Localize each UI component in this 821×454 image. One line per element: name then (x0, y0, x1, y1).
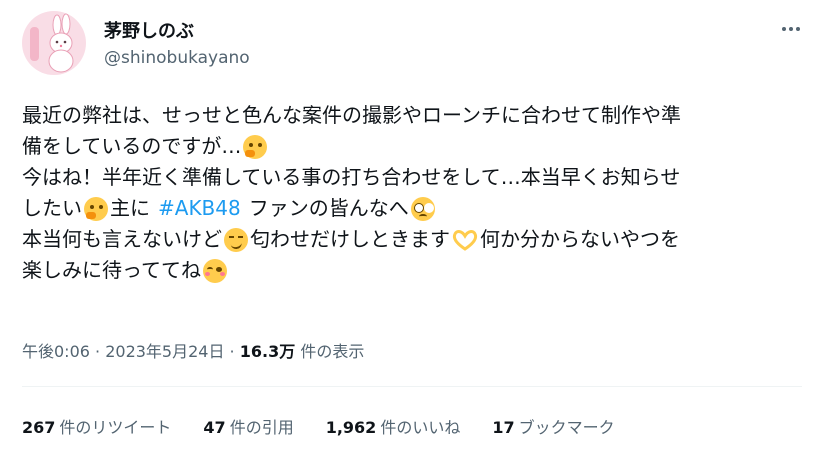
tweet-line: ファンの皆んなへ (248, 196, 409, 220)
retweets-stat[interactable]: 267 件のリツイート (22, 414, 171, 438)
views-label: 件の表示 (300, 342, 365, 361)
tweet-line: 主に (110, 196, 150, 220)
likes-stat[interactable]: 1,962 件のいいね (326, 414, 461, 438)
bookmarks-stat[interactable]: 17 ブックマーク (492, 414, 614, 438)
tweet-line: したい (22, 196, 82, 220)
rabbit-avatar-icon (30, 13, 74, 73)
tweet-line: 本当何も言えないけど (22, 227, 222, 251)
tweet-line: 楽しみに待っててね (22, 258, 201, 282)
tweet-date-link[interactable]: 2023年5月24日 (105, 342, 224, 361)
pleading-face-icon (410, 196, 435, 221)
tweet-line: 備をしているのですが… (22, 134, 242, 158)
views-count: 16.3万 (239, 342, 296, 361)
tweet-time-link[interactable]: 午後0:06 (22, 342, 90, 361)
meta-separator: · (89, 342, 106, 361)
stat-number: 17 (492, 418, 515, 437)
hashtag-link[interactable]: #AKB48 (158, 193, 241, 224)
more-options-icon[interactable] (778, 18, 804, 40)
stat-label: 件のリツイート (59, 418, 172, 437)
stat-number: 47 (203, 418, 226, 437)
stat-label: 件の引用 (229, 418, 294, 437)
heart-hands-icon (452, 229, 478, 251)
quotes-stat[interactable]: 47 件の引用 (203, 414, 293, 438)
stat-number: 267 (22, 418, 56, 437)
author-handle[interactable]: @shinobukayano (104, 48, 250, 68)
tweet-line: 最近の弊社は、せっせと色んな案件の撮影やローンチに合わせて制作や準 (22, 103, 681, 127)
smirking-face-icon (224, 227, 248, 252)
engagement-stats: 267 件のリツイート 47 件の引用 1,962 件のいいね 17 ブックマーク (22, 414, 615, 438)
thinking-face-icon (84, 196, 108, 221)
tweet-line: 何か分からないやつを (480, 227, 680, 251)
smiling-face-icon (203, 258, 227, 283)
stat-label: 件のいいね (380, 418, 461, 437)
tweet-line: 匂わせだけしときます (250, 227, 450, 251)
thinking-face-icon (243, 134, 268, 159)
tweet-line: 今はね！半年近く準備している事の打ち合わせをして…本当早くお知らせ (22, 165, 681, 189)
tweet-meta: 午後0:06 · 2023年5月24日 · 16.3万 件の表示 (22, 338, 364, 362)
stat-label: ブックマーク (518, 418, 615, 437)
avatar[interactable] (22, 11, 86, 75)
author-display-name[interactable]: 茅野しのぶ (104, 17, 194, 43)
meta-separator: · (224, 342, 240, 361)
divider (22, 386, 802, 387)
tweet-text: 最近の弊社は、せっせと色んな案件の撮影やローンチに合わせて制作や準 備をしている… (22, 100, 802, 286)
stat-number: 1,962 (325, 418, 377, 437)
